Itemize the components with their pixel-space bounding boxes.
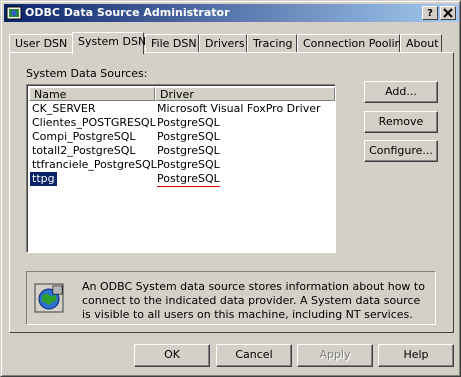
list-header: Name Driver xyxy=(29,87,335,101)
title-bar[interactable]: ODBC Data Source Administrator ? xyxy=(4,4,459,22)
row-name: ttpg xyxy=(30,172,57,186)
system-data-sources-label: System Data Sources: xyxy=(26,67,148,80)
window-title: ODBC Data Source Administrator xyxy=(25,6,230,19)
close-icon xyxy=(443,8,453,18)
cancel-button-label: Cancel xyxy=(235,348,273,361)
tab-drivers[interactable]: Drivers xyxy=(199,34,247,52)
row-driver: PostgreSQL xyxy=(157,116,220,129)
tab-user-dsn[interactable]: User DSN xyxy=(9,34,73,52)
column-header-driver[interactable]: Driver xyxy=(155,87,335,101)
remove-button[interactable]: Remove xyxy=(364,111,438,133)
list-item[interactable]: CK_SERVER Microsoft Visual FoxPro Driver xyxy=(29,102,334,116)
ok-button-label: OK xyxy=(164,348,180,361)
list-item-selected[interactable]: ttpg PostgreSQL xyxy=(29,172,334,187)
data-sources-list[interactable]: Name Driver CK_SERVER Microsoft Visual F… xyxy=(26,84,336,253)
row-driver: PostgreSQL xyxy=(157,144,220,157)
odbc-app-icon xyxy=(6,5,22,21)
row-driver: PostgreSQL xyxy=(157,172,220,187)
apply-button-label: Apply xyxy=(319,348,351,361)
configure-button[interactable]: Configure... xyxy=(364,140,438,162)
remove-button-label: Remove xyxy=(378,115,424,128)
row-driver: Microsoft Visual FoxPro Driver xyxy=(157,102,321,115)
row-driver: PostgreSQL xyxy=(157,158,220,171)
row-name: Compi_PostgreSQL xyxy=(32,130,136,143)
list-item[interactable]: Clientes_POSTGRESQL PostgreSQL xyxy=(29,116,334,130)
tab-connection-pooling[interactable]: Connection Pooling xyxy=(297,34,409,52)
tab-tracing[interactable]: Tracing xyxy=(247,34,297,52)
info-box: An ODBC System data source stores inform… xyxy=(26,271,436,325)
row-driver: PostgreSQL xyxy=(157,130,220,143)
info-description: An ODBC System data source stores inform… xyxy=(82,280,425,321)
row-name: Clientes_POSTGRESQL xyxy=(32,116,156,129)
list-rows: CK_SERVER Microsoft Visual FoxPro Driver… xyxy=(29,102,334,187)
add-button-label: Add... xyxy=(385,85,417,98)
row-name: ttfranciele_PostgreSQL xyxy=(32,158,157,171)
list-item[interactable]: totall2_PostgreSQL PostgreSQL xyxy=(29,144,334,158)
list-item[interactable]: Compi_PostgreSQL PostgreSQL xyxy=(29,130,334,144)
configure-button-label: Configure... xyxy=(369,144,433,157)
ok-button[interactable]: OK xyxy=(134,344,210,367)
add-button[interactable]: Add... xyxy=(364,81,438,103)
globe-database-icon xyxy=(33,282,65,314)
list-item[interactable]: ttfranciele_PostgreSQL PostgreSQL xyxy=(29,158,334,172)
apply-button[interactable]: Apply xyxy=(297,344,373,367)
cancel-button[interactable]: Cancel xyxy=(216,344,292,367)
row-name: totall2_PostgreSQL xyxy=(32,144,136,157)
column-header-name[interactable]: Name xyxy=(29,87,155,101)
tab-system-dsn[interactable]: System DSN xyxy=(72,32,146,54)
help-button[interactable]: Help xyxy=(378,344,454,367)
row-name: CK_SERVER xyxy=(32,102,96,115)
tab-file-dsn[interactable]: File DSN xyxy=(145,34,199,52)
help-button-label: Help xyxy=(403,348,429,361)
help-title-button[interactable]: ? xyxy=(422,6,438,20)
tab-about[interactable]: About xyxy=(400,34,442,52)
close-button[interactable] xyxy=(440,6,456,20)
odbc-admin-window: ODBC Data Source Administrator ? User DS… xyxy=(0,0,461,377)
